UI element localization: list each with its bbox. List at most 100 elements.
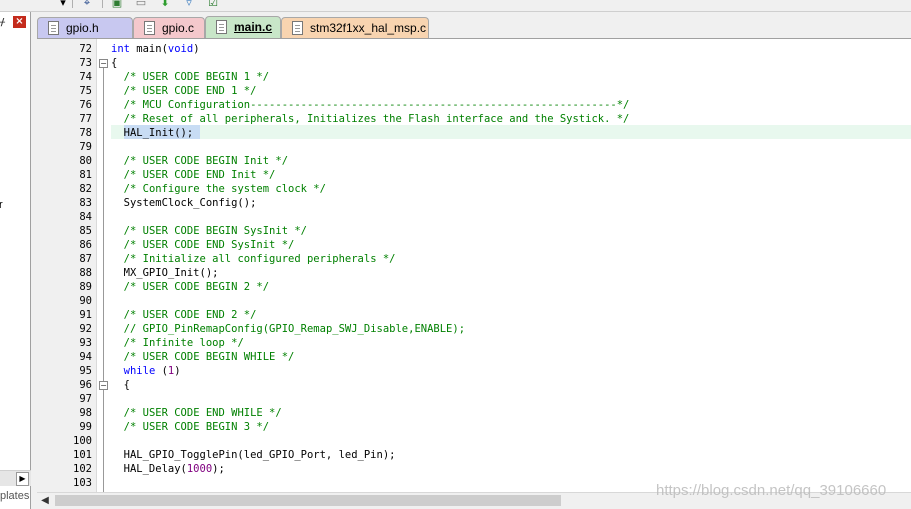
code-token: { [111, 57, 118, 69]
code-token: MX_GPIO_Init(); [111, 267, 219, 279]
code-line[interactable]: /* MCU Configuration--------------------… [111, 98, 630, 112]
code-line[interactable]: /* USER CODE END Init */ [111, 168, 276, 182]
line-number: 83 [79, 197, 92, 209]
code-editor[interactable]: − − 72 int main(void) 73 {74 /* USER CODE B… [37, 38, 911, 492]
scroll-right-icon[interactable]: ▶ [16, 472, 29, 486]
line-number: 82 [79, 183, 92, 195]
code-line[interactable]: SystemClock_Config(); [111, 196, 257, 210]
tab-label: gpio.c [162, 21, 195, 35]
panel-scrollbar[interactable]: ▶ [0, 470, 31, 486]
window-icon[interactable]: ▭ [134, 0, 148, 10]
code-token: // GPIO_PinRemapConfig(GPIO_Remap_SWJ_Di… [123, 323, 466, 335]
code-line[interactable]: /* USER CODE END 2 */ [111, 308, 257, 322]
code-line[interactable]: /* USER CODE END 1 */ [111, 84, 257, 98]
line-number: 93 [79, 337, 92, 349]
close-icon[interactable]: × [13, 16, 26, 28]
code-line[interactable]: { [111, 378, 130, 392]
file-icon [48, 21, 59, 35]
window-icon[interactable]: ▣ [110, 0, 124, 10]
download-icon[interactable]: ⬇ [158, 0, 172, 10]
code-token: /* Infinite loop */ [123, 337, 244, 349]
code-token: { [111, 379, 130, 391]
code-token: /* USER CODE END WHILE */ [123, 407, 282, 419]
fold-collapse-icon[interactable]: − [99, 381, 108, 390]
code-token: /* USER CODE BEGIN SysInit */ [123, 225, 307, 237]
code-token: /* USER CODE END Init */ [123, 169, 276, 181]
tab-label: stm32f1xx_hal_msp.c [310, 21, 427, 35]
dropdown-icon[interactable]: ▾ [56, 0, 70, 10]
code-line[interactable]: /* USER CODE BEGIN WHILE */ [111, 350, 295, 364]
code-line[interactable]: /* USER CODE BEGIN 3 */ [111, 420, 269, 434]
check-icon[interactable]: ☑ [206, 0, 220, 10]
code-token: HAL_Delay( [111, 463, 187, 475]
watermark: https://blog.csdn.net/qq_39106660 [656, 482, 887, 499]
pin-icon[interactable]: ᚋ [0, 17, 5, 28]
fold-collapse-icon[interactable]: − [99, 59, 108, 68]
line-number: 79 [79, 141, 92, 153]
code-line[interactable]: int main(void) [111, 42, 200, 56]
code-line[interactable]: /* Initialize all configured peripherals… [111, 252, 396, 266]
code-token: ( [155, 365, 168, 377]
code-line[interactable]: /* USER CODE END WHILE */ [111, 406, 282, 420]
line-number: 91 [79, 309, 92, 321]
code-line[interactable]: HAL_Delay(1000); [111, 462, 225, 476]
code-line[interactable]: /* Infinite loop */ [111, 336, 244, 350]
code-line[interactable]: MX_GPIO_Init(); [111, 266, 219, 280]
tab-label: gpio.h [66, 21, 99, 35]
code-line[interactable]: HAL_Init(); [111, 126, 194, 140]
project-tree-text: r [0, 199, 3, 211]
fold-line [103, 63, 104, 492]
code-token: HAL_Init(); [111, 127, 194, 139]
toolbar: ▾ ⌖ ▣ ▭ ⬇ ▿ ☑ [0, 0, 911, 12]
code-line[interactable]: /* USER CODE BEGIN Init */ [111, 154, 288, 168]
line-number: 102 [73, 463, 92, 475]
file-icon [292, 21, 303, 35]
code-line[interactable]: while (1) [111, 364, 181, 378]
code-token: /* USER CODE END 1 */ [123, 85, 257, 97]
line-number: 75 [79, 85, 92, 97]
scroll-left-icon[interactable]: ◀ [39, 495, 51, 507]
line-number: 78 [79, 127, 92, 139]
code-line[interactable]: { [111, 56, 117, 70]
code-line[interactable]: /* USER CODE BEGIN 2 */ [111, 280, 269, 294]
toolbar-separator [102, 0, 103, 8]
options-icon[interactable]: ▿ [182, 0, 196, 10]
code-line[interactable]: /* USER CODE BEGIN SysInit */ [111, 224, 307, 238]
line-number: 99 [79, 421, 92, 433]
tab-main-c[interactable]: main.c [205, 16, 281, 38]
project-panel: ᚋ × r ▶ plates [0, 12, 31, 509]
code-token: /* USER CODE BEGIN 3 */ [123, 421, 270, 433]
scrollbar-thumb[interactable] [55, 495, 561, 506]
code-line[interactable]: /* USER CODE BEGIN 1 */ [111, 70, 269, 84]
current-line-highlight [111, 125, 911, 139]
tab-gpio-c[interactable]: gpio.c [133, 17, 205, 38]
code-line[interactable]: /* USER CODE END SysInit */ [111, 238, 295, 252]
editor-tabs: gpio.h gpio.c main.c stm32f1xx_hal_msp.c [37, 12, 911, 38]
tab-stm32f1xx-hal-msp-c[interactable]: stm32f1xx_hal_msp.c [281, 17, 429, 38]
debug-icon[interactable]: ⌖ [80, 0, 94, 10]
line-number: 98 [79, 407, 92, 419]
line-number: 85 [79, 225, 92, 237]
tab-gpio-h[interactable]: gpio.h [37, 17, 133, 38]
line-number: 103 [73, 477, 92, 489]
line-number: 74 [79, 71, 92, 83]
templates-tab[interactable]: plates [0, 490, 29, 502]
code-token: HAL_GPIO_TogglePin(led_GPIO_Port, led_Pi… [111, 449, 396, 461]
code-token: main( [129, 43, 168, 55]
code-line[interactable]: HAL_GPIO_TogglePin(led_GPIO_Port, led_Pi… [111, 448, 396, 462]
code-line[interactable]: // GPIO_PinRemapConfig(GPIO_Remap_SWJ_Di… [111, 322, 465, 336]
file-icon [216, 20, 227, 34]
code-token: void [167, 43, 194, 55]
code-line[interactable]: /* Configure the system clock */ [111, 182, 326, 196]
line-number: 81 [79, 169, 92, 181]
code-line[interactable]: /* Reset of all peripherals, Initializes… [111, 112, 630, 126]
